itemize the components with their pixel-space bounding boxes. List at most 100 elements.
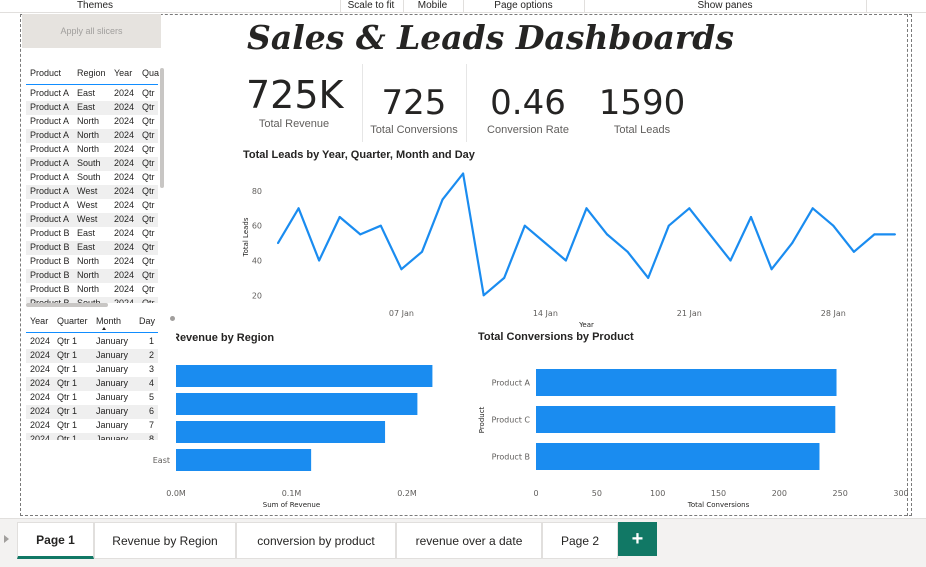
table-cell: January bbox=[96, 434, 129, 440]
column-header-quarter[interactable]: Qua bbox=[142, 68, 159, 78]
table-row[interactable]: 2024 Qtr 1 January 2 bbox=[26, 349, 158, 363]
column-header-product[interactable]: Product bbox=[30, 68, 61, 78]
table-row[interactable]: Product A South 2024 Qtr bbox=[26, 157, 158, 171]
kpi-total-leads[interactable]: 1590 Total Leads bbox=[594, 86, 690, 136]
bar bbox=[176, 449, 312, 471]
kpi-conversion-rate[interactable]: 0.46 Conversion Rate bbox=[482, 86, 574, 136]
table-row[interactable]: Product A South 2024 Qtr bbox=[26, 171, 158, 185]
data-point bbox=[894, 233, 896, 236]
table-row[interactable]: Product B East 2024 Qtr bbox=[26, 227, 158, 241]
kpi-total-conversions[interactable]: 725 Total Conversions bbox=[366, 86, 462, 136]
sort-asc-icon[interactable] bbox=[102, 327, 106, 330]
themes-menu[interactable]: Themes bbox=[55, 0, 135, 13]
x-tick-label: 100 bbox=[650, 489, 665, 498]
kpi-divider bbox=[362, 64, 363, 142]
table-row[interactable]: Product A East 2024 Qtr bbox=[26, 101, 158, 115]
tab-conversion-by-product[interactable]: conversion by product bbox=[236, 522, 396, 559]
column-header-year[interactable]: Year bbox=[30, 316, 48, 326]
x-tick-label: 300 bbox=[893, 489, 908, 498]
vertical-scrollbar[interactable] bbox=[160, 68, 164, 188]
table-cell: 2024 bbox=[114, 88, 135, 98]
table-row[interactable]: Product A West 2024 Qtr bbox=[26, 185, 158, 199]
table-cell: 2024 bbox=[114, 270, 135, 280]
header-underline bbox=[26, 332, 158, 333]
table-row[interactable]: 2024 Qtr 1 January 3 bbox=[26, 363, 158, 377]
table-row[interactable]: 2024 Qtr 1 January 7 bbox=[26, 419, 158, 433]
table-cell: Qtr bbox=[142, 284, 155, 294]
table-row[interactable]: Product B North 2024 Qtr bbox=[26, 255, 158, 269]
mobile-menu[interactable]: Mobile bbox=[405, 0, 460, 13]
table-row[interactable]: Product B North 2024 Qtr bbox=[26, 269, 158, 283]
table-rows: 2024 Qtr 1 January 1 2024 Qtr 1 January 2 2024 Qt… bbox=[26, 335, 158, 440]
table-row[interactable]: 2024 Qtr 1 January 8 bbox=[26, 433, 158, 440]
tab-revenue-over-a-date[interactable]: revenue over a date bbox=[396, 522, 542, 559]
table-cell: Qtr 1 bbox=[57, 406, 78, 416]
column-header-day[interactable]: Day bbox=[139, 316, 155, 326]
horizontal-scrollbar[interactable] bbox=[26, 303, 108, 307]
kpi-total-revenue[interactable]: 725K Total Revenue bbox=[246, 76, 343, 130]
table-cell: Product A bbox=[30, 214, 70, 224]
tab-page-2[interactable]: Page 2 bbox=[542, 522, 618, 559]
line-chart-title: Total Leads by Year, Quarter, Month and … bbox=[243, 149, 475, 161]
date-table[interactable]: Year Quarter Month Day 2024 Qtr 1 January 1… bbox=[26, 316, 160, 440]
scale-to-fit-menu[interactable]: Scale to fit bbox=[342, 0, 400, 13]
x-axis-title: Total Conversions bbox=[687, 501, 750, 509]
column-header-quarter[interactable]: Quarter bbox=[57, 316, 88, 326]
ribbon-separator bbox=[866, 0, 867, 12]
table-cell: North bbox=[77, 270, 100, 280]
x-tick-label: 14 Jan bbox=[533, 309, 558, 318]
table-cell: Product A bbox=[30, 102, 70, 112]
bar bbox=[536, 406, 836, 433]
tab-page-1[interactable]: Page 1 bbox=[17, 522, 94, 559]
leads-line-chart[interactable]: 20 40 60 80 07 Jan 14 Jan 21 Jan 28 Jan Year Tota… bbox=[240, 162, 905, 330]
table-cell: 2024 bbox=[30, 336, 51, 346]
table-row[interactable]: Product A North 2024 Qtr bbox=[26, 129, 158, 143]
table-row[interactable]: 2024 Qtr 1 January 6 bbox=[26, 405, 158, 419]
table-cell: Qtr bbox=[142, 214, 155, 224]
table-cell: 2024 bbox=[30, 434, 51, 440]
table-cell: North bbox=[77, 256, 100, 266]
table-row[interactable]: Product A West 2024 Qtr bbox=[26, 213, 158, 227]
column-header-region[interactable]: Region bbox=[77, 68, 106, 78]
conversions-bar-chart[interactable]: Product A Product C Product B 0 50 100 150 200 2… bbox=[474, 352, 912, 514]
tab-revenue-by-region[interactable]: Revenue by Region bbox=[94, 522, 236, 559]
table-row[interactable]: 2024 Qtr 1 January 1 bbox=[26, 335, 158, 349]
column-header-month[interactable]: Month bbox=[96, 316, 121, 326]
table-row[interactable]: 2024 Qtr 1 January 4 bbox=[26, 377, 158, 391]
bar bbox=[536, 443, 820, 470]
kpi-value: 725 bbox=[381, 83, 447, 123]
table-cell: Qtr bbox=[142, 242, 155, 252]
add-page-button[interactable]: + bbox=[618, 522, 657, 556]
page-options-menu[interactable]: Page options bbox=[465, 0, 582, 13]
table-row[interactable]: Product A West 2024 Qtr bbox=[26, 199, 158, 213]
category-label: Product B bbox=[492, 453, 530, 462]
table-cell: Qtr bbox=[142, 130, 155, 140]
data-point bbox=[729, 259, 732, 262]
column-header-year[interactable]: Year bbox=[114, 68, 132, 78]
table-row[interactable]: Product A North 2024 Qtr bbox=[26, 115, 158, 129]
product-region-table[interactable]: Product Region Year Qua Product A East 202… bbox=[26, 68, 164, 303]
table-row[interactable]: Product A East 2024 Qtr bbox=[26, 87, 158, 101]
show-panes-menu[interactable]: Show panes bbox=[586, 0, 864, 13]
table-cell: Product A bbox=[30, 200, 70, 210]
table-row[interactable]: Product B East 2024 Qtr bbox=[26, 241, 158, 255]
data-point bbox=[503, 276, 506, 279]
table-cell: Qtr bbox=[142, 158, 155, 168]
table-cell: East bbox=[77, 88, 96, 98]
table-row[interactable]: 2024 Qtr 1 January 5 bbox=[26, 391, 158, 405]
kpi-label: Total Leads bbox=[613, 124, 671, 136]
data-point bbox=[544, 242, 547, 245]
table-cell: Product A bbox=[30, 88, 70, 98]
x-tick-label: 0.2M bbox=[397, 489, 417, 498]
revenue-bar-chart[interactable]: East 0.0M 0.1M 0.2M Sum of Revenue bbox=[148, 352, 468, 514]
table-cell: North bbox=[77, 116, 100, 126]
table-cell: Product A bbox=[30, 186, 70, 196]
apply-all-slicers-button[interactable]: Apply all slicers bbox=[22, 14, 161, 48]
revenue-chart-title: Revenue by Region bbox=[176, 332, 275, 344]
table-row[interactable]: Product A North 2024 Qtr bbox=[26, 143, 158, 157]
resize-handle[interactable] bbox=[170, 316, 175, 321]
table-row[interactable]: Product B North 2024 Qtr bbox=[26, 283, 158, 297]
table-cell: Qtr bbox=[142, 116, 155, 126]
data-point bbox=[791, 242, 794, 245]
scroll-left-icon[interactable] bbox=[4, 535, 9, 543]
